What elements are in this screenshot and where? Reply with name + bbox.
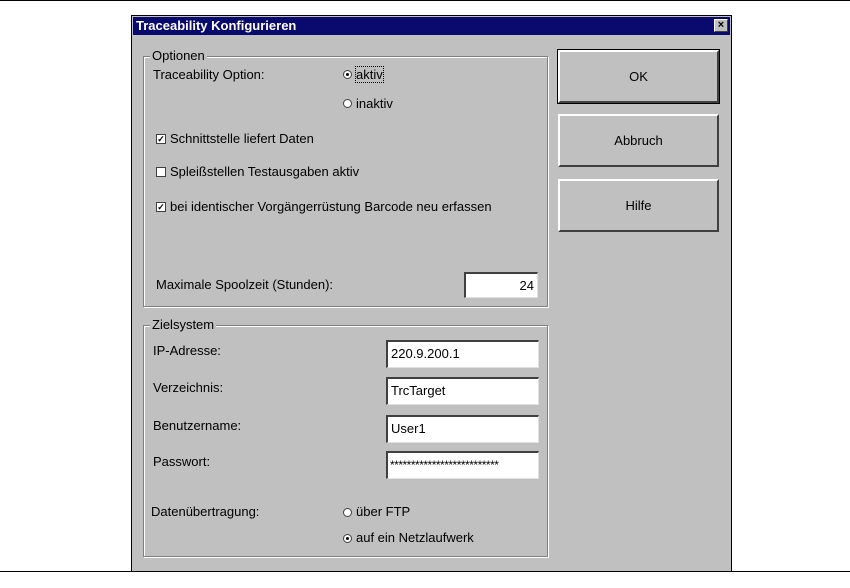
checkbox-spleiss-label[interactable]: Spleißstellen Testausgaben aktiv (170, 164, 359, 179)
checkbox-schnittstelle[interactable]: ✓ (156, 134, 166, 144)
ip-address-input[interactable]: 220.9.200.1 (386, 340, 539, 368)
radio-netzlaufwerk-label[interactable]: auf ein Netzlaufwerk (356, 530, 474, 545)
radio-netzlaufwerk[interactable] (343, 534, 352, 543)
close-icon: × (717, 19, 725, 31)
radio-ftp[interactable] (343, 508, 352, 517)
check-icon: ✓ (157, 134, 165, 144)
username-input[interactable]: User1 (386, 415, 539, 443)
dialog-title: Traceability Konfigurieren (136, 18, 297, 33)
page-top-rule (0, 0, 850, 1)
radio-ftp-label[interactable]: über FTP (356, 504, 410, 519)
password-input[interactable]: ************************** (386, 451, 539, 479)
dialog-titlebar[interactable]: Traceability Konfigurieren × (133, 17, 730, 35)
traceability-option-label: Traceability Option: (153, 67, 265, 82)
transfer-label: Datenübertragung: (151, 504, 260, 519)
spoolzeit-input[interactable]: 24 (464, 272, 538, 298)
radio-aktiv[interactable] (343, 70, 352, 79)
optionen-legend: Optionen (150, 48, 207, 63)
checkbox-barcode[interactable]: ✓ (156, 202, 166, 212)
checkbox-schnittstelle-label[interactable]: Schnittstelle liefert Daten (170, 131, 314, 146)
checkbox-barcode-label[interactable]: bei identischer Vorgängerrüstung Barcode… (170, 199, 492, 214)
ip-address-label: IP-Adresse: (153, 343, 221, 358)
spoolzeit-label: Maximale Spoolzeit (Stunden): (156, 277, 334, 292)
traceability-dialog: Traceability Konfigurieren × Optionen Tr… (131, 15, 732, 572)
zielsystem-legend: Zielsystem (150, 317, 217, 332)
directory-label: Verzeichnis: (153, 380, 224, 395)
password-label: Passwort: (153, 454, 211, 469)
zielsystem-group: Zielsystem IP-Adresse: 220.9.200.1 Verze… (143, 317, 548, 557)
optionen-group: Optionen Traceability Option: aktiv inak… (143, 48, 548, 307)
help-button[interactable]: Hilfe (558, 179, 719, 232)
cancel-button[interactable]: Abbruch (558, 114, 719, 167)
close-button[interactable]: × (714, 19, 728, 32)
radio-aktiv-label[interactable]: aktiv (355, 66, 384, 83)
radio-inaktiv-label[interactable]: inaktiv (356, 96, 393, 111)
checkbox-spleiss[interactable] (156, 167, 166, 177)
radio-inaktiv[interactable] (343, 99, 352, 108)
directory-input[interactable]: TrcTarget (386, 377, 539, 405)
username-label: Benutzername: (153, 418, 242, 433)
check-icon: ✓ (157, 202, 165, 212)
ok-button[interactable]: OK (557, 49, 720, 104)
